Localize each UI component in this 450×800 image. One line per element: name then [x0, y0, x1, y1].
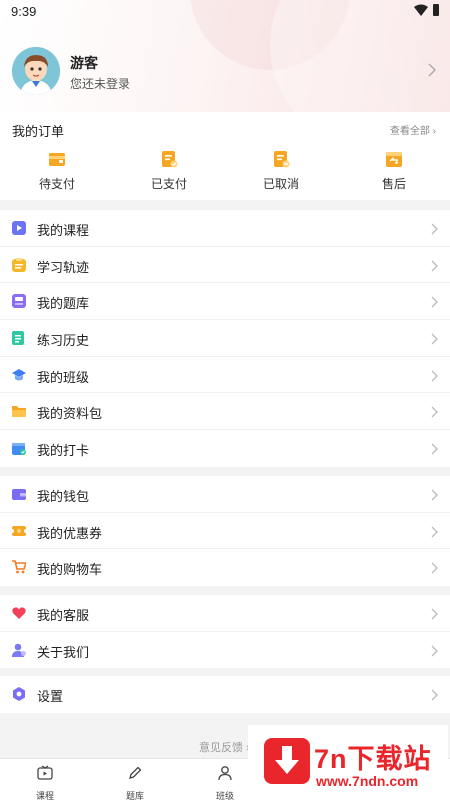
class-cap-icon — [12, 368, 26, 381]
tab-question-bank[interactable]: 题库 — [110, 763, 160, 800]
order-item-label: 已支付 — [150, 177, 187, 191]
tab-class[interactable]: 班级 — [200, 763, 250, 800]
class-tab-icon — [218, 766, 232, 781]
menu-group-wallet: 我的钱包 我的优惠券 我的购物车 — [0, 476, 450, 587]
watermark-url: www.7ndn.com — [316, 773, 419, 789]
chevron-right-icon — [431, 489, 438, 501]
chevron-right-icon — [431, 223, 438, 235]
menu-item-my-class[interactable]: 我的班级 — [0, 357, 450, 394]
cart-icon — [12, 560, 26, 574]
folder-icon — [12, 406, 26, 418]
settings-icon — [13, 687, 25, 701]
menu-item-settings[interactable]: 设置 — [0, 676, 450, 713]
chevron-right-icon — [431, 333, 438, 345]
avatar-boy-icon — [12, 47, 60, 95]
status-bar: 9:39 — [0, 0, 450, 22]
menu-group-support: 我的客服 关于我们 — [0, 595, 450, 669]
chevron-right-icon — [431, 562, 438, 574]
wallet-pending-icon — [49, 153, 65, 166]
login-entry[interactable]: 游客 您还未登录 — [12, 46, 440, 96]
calendar-check-icon — [12, 443, 26, 456]
order-paid[interactable]: 已支付 — [124, 150, 214, 194]
user-name: 游客 — [70, 55, 98, 71]
tab-label: 课程 — [35, 791, 54, 800]
avatar[interactable] — [12, 47, 60, 95]
login-hint: 您还未登录 — [70, 77, 131, 91]
order-item-label: 待支付 — [38, 177, 75, 191]
tab-courses[interactable]: 课程 — [20, 763, 70, 800]
orders-section: 我的订单 查看全部 › 待支付 已支付 已取消 售后 — [0, 112, 450, 200]
about-us-icon — [12, 643, 26, 657]
order-item-label: 已取消 — [262, 177, 299, 191]
view-all-orders-link[interactable]: 查看全部 › — [390, 122, 436, 137]
menu-item-label: 我的钱包 — [37, 489, 90, 504]
chevron-right-icon — [431, 296, 438, 308]
course-tab-icon — [37, 765, 53, 780]
chevron-right-icon — [428, 63, 436, 77]
download-arrow-icon — [264, 738, 310, 784]
question-bank-tab-icon — [129, 766, 142, 779]
battery-icon — [433, 4, 439, 16]
watermark-title: 7n下载站 — [314, 744, 432, 774]
menu-item-cart[interactable]: 我的购物车 — [0, 549, 450, 586]
menu-item-label: 我的资料包 — [37, 406, 103, 422]
watermark-logo: 7n下载站 www.7ndn.com — [248, 725, 448, 800]
status-time: 9:39 — [11, 4, 37, 19]
menu-item-label: 我的课程 — [37, 223, 90, 238]
orders-title: 我的订单 — [12, 124, 65, 139]
menu-item-label: 我的班级 — [37, 369, 90, 385]
menu-item-study-track[interactable]: 学习轨迹 — [0, 247, 450, 284]
question-bank-icon — [12, 294, 26, 309]
menu-item-label: 我的打卡 — [37, 443, 90, 459]
chevron-right-icon — [431, 260, 438, 272]
chevron-right-icon — [431, 526, 438, 538]
profile-header: 9:39 游客 您还未登录 — [0, 0, 450, 112]
menu-item-label: 我的客服 — [37, 608, 90, 623]
menu-item-my-courses[interactable]: 我的课程 — [0, 210, 450, 247]
paid-receipt-icon — [162, 151, 178, 168]
menu-item-label: 练习历史 — [37, 333, 90, 349]
menu-item-coupons[interactable]: 我的优惠券 — [0, 513, 450, 550]
heart-service-icon — [12, 607, 26, 619]
wallet-icon — [12, 489, 26, 500]
chevron-right-icon — [431, 608, 438, 620]
coupon-icon — [12, 525, 26, 536]
menu-item-check-in[interactable]: 我的打卡 — [0, 430, 450, 467]
menu-item-materials[interactable]: 我的资料包 — [0, 393, 450, 431]
chevron-right-icon — [431, 645, 438, 657]
menu-item-question-bank[interactable]: 我的题库 — [0, 283, 450, 321]
menu-item-label: 关于我们 — [37, 644, 90, 660]
menu-item-label: 我的优惠券 — [37, 525, 103, 541]
chevron-right-icon — [431, 443, 438, 455]
order-pending-payment[interactable]: 待支付 — [12, 150, 102, 194]
order-cancelled[interactable]: 已取消 — [236, 150, 326, 194]
study-track-icon — [12, 257, 26, 272]
menu-item-label: 我的题库 — [37, 296, 90, 312]
menu-item-label: 设置 — [37, 689, 64, 704]
order-item-label: 售后 — [381, 177, 406, 191]
cancelled-order-icon — [274, 151, 290, 168]
chevron-right-icon — [431, 370, 438, 382]
menu-item-label: 我的购物车 — [37, 562, 103, 578]
menu-item-wallet[interactable]: 我的钱包 — [0, 476, 450, 513]
menu-group-learning: 我的课程 学习轨迹 我的题库 练习历史 我的班级 我的资料包 我的打卡 — [0, 210, 450, 467]
chevron-right-icon — [431, 406, 438, 418]
order-after-sales[interactable]: 售后 — [349, 150, 439, 194]
menu-item-label: 学习轨迹 — [37, 259, 90, 275]
menu-item-customer-service[interactable]: 我的客服 — [0, 595, 450, 632]
menu-item-practice-history[interactable]: 练习历史 — [0, 320, 450, 357]
feedback-link[interactable]: 意见反馈 › — [199, 739, 250, 755]
wifi-icon — [414, 4, 428, 16]
after-sales-icon — [386, 152, 402, 167]
menu-item-about-us[interactable]: 关于我们 — [0, 632, 450, 669]
course-icon — [12, 221, 26, 235]
tab-label: 题库 — [125, 791, 144, 800]
chevron-right-icon — [431, 689, 438, 701]
menu-group-settings: 设置 — [0, 676, 450, 713]
tab-label: 班级 — [215, 791, 234, 800]
practice-history-icon — [12, 331, 24, 346]
